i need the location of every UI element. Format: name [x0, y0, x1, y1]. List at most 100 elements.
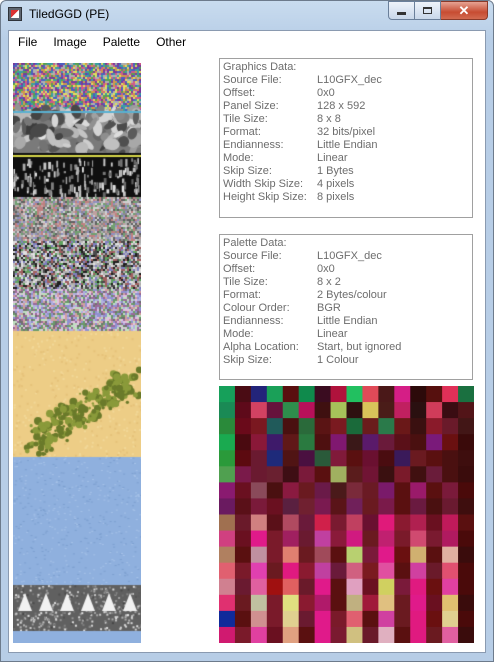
palette-swatch[interactable]: [426, 434, 443, 451]
palette-swatch[interactable]: [234, 610, 252, 628]
palette-swatch[interactable]: [410, 514, 427, 532]
palette-swatch[interactable]: [410, 402, 427, 419]
palette-swatch[interactable]: [282, 450, 300, 467]
palette-swatch[interactable]: [426, 498, 443, 515]
palette-swatch[interactable]: [346, 434, 363, 451]
palette-swatch[interactable]: [298, 498, 316, 515]
palette-swatch[interactable]: [426, 594, 443, 612]
palette-swatch[interactable]: [346, 546, 363, 564]
palette-swatch[interactable]: [298, 514, 316, 532]
palette-swatch[interactable]: [362, 594, 379, 612]
palette-swatch[interactable]: [250, 626, 268, 643]
palette-swatch[interactable]: [378, 386, 395, 403]
palette-swatch[interactable]: [298, 434, 316, 451]
palette-swatch[interactable]: [394, 594, 411, 612]
palette-swatch[interactable]: [219, 466, 236, 483]
palette-swatch[interactable]: [410, 594, 427, 612]
palette-swatch[interactable]: [442, 498, 459, 515]
palette-swatch[interactable]: [378, 594, 395, 612]
palette-swatch[interactable]: [410, 482, 427, 499]
palette-swatch[interactable]: [346, 514, 363, 532]
palette-swatch[interactable]: [250, 402, 268, 419]
palette-swatch[interactable]: [330, 594, 347, 612]
palette-swatch[interactable]: [362, 434, 379, 451]
palette-swatch[interactable]: [266, 434, 284, 451]
palette-swatch[interactable]: [282, 402, 300, 419]
palette-swatch[interactable]: [219, 514, 236, 532]
palette-swatch[interactable]: [426, 578, 443, 596]
palette-swatch[interactable]: [346, 402, 363, 419]
palette-swatch[interactable]: [426, 482, 443, 499]
palette-swatch[interactable]: [234, 498, 252, 515]
palette-swatch[interactable]: [266, 610, 284, 628]
palette-swatch[interactable]: [426, 610, 443, 628]
palette-swatch[interactable]: [426, 386, 443, 403]
palette-swatch[interactable]: [394, 482, 411, 499]
palette-swatch[interactable]: [234, 546, 252, 564]
palette-swatch[interactable]: [378, 626, 395, 643]
palette-swatch[interactable]: [314, 418, 332, 435]
palette-swatch[interactable]: [362, 610, 379, 628]
palette-swatch[interactable]: [410, 498, 427, 515]
palette-swatch[interactable]: [458, 514, 474, 532]
palette-swatch[interactable]: [234, 514, 252, 532]
palette-swatch[interactable]: [362, 514, 379, 532]
palette-swatch[interactable]: [426, 466, 443, 483]
palette-swatch[interactable]: [458, 578, 474, 596]
palette-swatch[interactable]: [282, 594, 300, 612]
minimize-button[interactable]: [388, 1, 415, 20]
palette-swatch[interactable]: [458, 610, 474, 628]
palette-swatch[interactable]: [346, 610, 363, 628]
palette-swatch[interactable]: [219, 594, 236, 612]
palette-swatch[interactable]: [250, 434, 268, 451]
palette-swatch[interactable]: [362, 498, 379, 515]
palette-swatch[interactable]: [362, 546, 379, 564]
palette-swatch[interactable]: [234, 450, 252, 467]
palette-swatch[interactable]: [378, 530, 395, 548]
palette-swatch[interactable]: [346, 594, 363, 612]
palette-swatch[interactable]: [266, 546, 284, 564]
palette-swatch[interactable]: [378, 578, 395, 596]
palette-swatch[interactable]: [394, 514, 411, 532]
palette-swatch[interactable]: [234, 386, 252, 403]
palette-swatch[interactable]: [458, 498, 474, 515]
palette-swatch[interactable]: [426, 530, 443, 548]
palette-swatch[interactable]: [314, 402, 332, 419]
palette-swatch[interactable]: [458, 434, 474, 451]
palette-swatch[interactable]: [426, 546, 443, 564]
palette-swatch[interactable]: [314, 450, 332, 467]
palette-swatch[interactable]: [394, 466, 411, 483]
palette-swatch[interactable]: [378, 434, 395, 451]
palette-swatch[interactable]: [442, 530, 459, 548]
palette-swatch[interactable]: [330, 434, 347, 451]
palette-swatch[interactable]: [458, 466, 474, 483]
palette-swatch[interactable]: [458, 594, 474, 612]
palette-swatch[interactable]: [426, 450, 443, 467]
palette-swatch[interactable]: [330, 450, 347, 467]
palette-swatch[interactable]: [266, 482, 284, 499]
palette-swatch[interactable]: [458, 402, 474, 419]
palette-swatch[interactable]: [410, 610, 427, 628]
palette-swatch[interactable]: [250, 530, 268, 548]
palette-swatch[interactable]: [458, 626, 474, 643]
palette-swatch[interactable]: [219, 434, 236, 451]
palette-swatch[interactable]: [378, 482, 395, 499]
palette-swatch[interactable]: [458, 562, 474, 580]
palette-swatch[interactable]: [314, 466, 332, 483]
palette-swatch[interactable]: [266, 498, 284, 515]
palette-swatch[interactable]: [234, 402, 252, 419]
palette-swatch[interactable]: [458, 482, 474, 499]
palette-swatch[interactable]: [250, 578, 268, 596]
palette-swatch[interactable]: [442, 418, 459, 435]
palette-swatch[interactable]: [250, 466, 268, 483]
palette-swatch[interactable]: [442, 562, 459, 580]
palette-swatch[interactable]: [346, 450, 363, 467]
palette-swatch[interactable]: [378, 498, 395, 515]
palette-swatch[interactable]: [410, 578, 427, 596]
palette-swatch[interactable]: [442, 402, 459, 419]
palette-swatch[interactable]: [266, 450, 284, 467]
palette-swatch[interactable]: [458, 386, 474, 403]
palette-swatch[interactable]: [410, 386, 427, 403]
palette-swatch[interactable]: [378, 402, 395, 419]
palette-swatch[interactable]: [442, 482, 459, 499]
